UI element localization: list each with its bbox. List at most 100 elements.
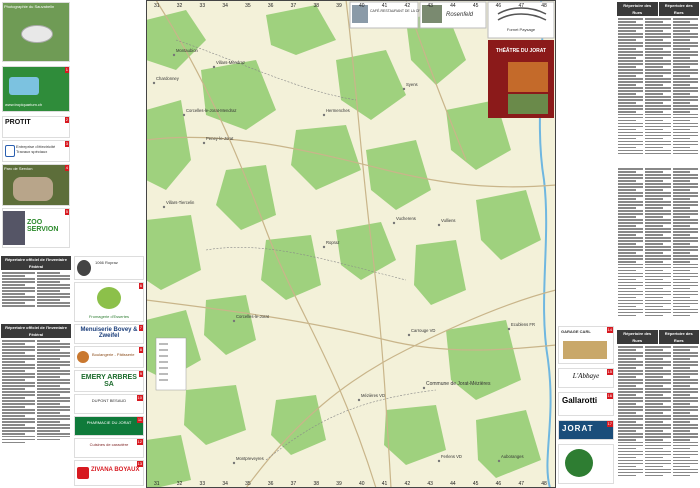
directory-entry bbox=[645, 174, 671, 176]
directory-entry bbox=[645, 474, 664, 477]
grid-number: 46 bbox=[496, 481, 502, 487]
directory-entry bbox=[618, 234, 636, 236]
directory-header: Répertoire des Rues bbox=[658, 330, 699, 344]
directory-entry bbox=[672, 201, 698, 203]
directory-entry bbox=[672, 174, 698, 176]
ad-electricite[interactable]: 3 Entreprise d'électricité Travaux spéci… bbox=[2, 140, 70, 162]
directory-entry bbox=[645, 128, 664, 131]
directory-entry bbox=[618, 134, 644, 137]
directory-entry bbox=[645, 171, 664, 173]
directory-entry bbox=[618, 311, 644, 314]
directory-entry bbox=[645, 143, 671, 146]
directory-entry bbox=[645, 361, 671, 363]
directory-entry bbox=[645, 213, 671, 215]
directory-entry bbox=[672, 57, 691, 59]
directory-entry bbox=[672, 225, 691, 227]
animal-photo bbox=[3, 211, 25, 245]
ad-emery[interactable]: 9 EMERY ARBRES SA bbox=[74, 370, 144, 392]
directory-entry bbox=[672, 432, 698, 435]
directory-entry bbox=[618, 367, 636, 369]
directory-entry bbox=[618, 210, 644, 212]
directory-entry bbox=[645, 364, 671, 366]
bread-icon bbox=[77, 351, 89, 363]
place-label: Chardonney bbox=[156, 76, 180, 81]
map-area[interactable]: CAFÉ-RESTAURANT DE LA CROIX-D'OR Rosenfe… bbox=[146, 0, 556, 488]
ad-garage[interactable]: 14 GARAGE CARL bbox=[558, 326, 614, 364]
directory-entry bbox=[672, 376, 691, 378]
village-marker bbox=[497, 459, 501, 463]
directory-entry bbox=[645, 186, 671, 188]
directory-entry bbox=[672, 186, 698, 188]
directory-entry bbox=[672, 204, 698, 206]
directory-entry bbox=[645, 403, 664, 405]
ad-fromagerie[interactable]: 6 Fromagerie d'Essertes bbox=[74, 282, 144, 322]
directory-entry bbox=[618, 305, 636, 308]
directory-entry bbox=[618, 36, 644, 38]
directory-entry bbox=[672, 269, 691, 272]
grid-number: 32 bbox=[177, 3, 183, 9]
directory-entry bbox=[618, 432, 644, 435]
directory-entry bbox=[672, 254, 698, 257]
place-label: Auboranges bbox=[501, 454, 524, 459]
directory-entry bbox=[645, 263, 671, 266]
ad-dupont[interactable]: 10 DUPONT BESAUD bbox=[74, 394, 144, 414]
directory-entry bbox=[672, 210, 698, 212]
ad-boulangerie[interactable]: 8 Boulangerie - Pâtisserie bbox=[74, 346, 144, 368]
directory-entry bbox=[645, 245, 671, 248]
directory-entry bbox=[645, 272, 671, 275]
village-marker bbox=[402, 87, 406, 91]
ad-cuisines[interactable]: 12 Cuisines de caractère bbox=[74, 438, 144, 458]
directory-entry bbox=[645, 207, 664, 209]
ad-protit[interactable]: 2 PROTIT bbox=[2, 116, 70, 138]
directory-entry bbox=[618, 104, 644, 107]
ad-jorat[interactable]: 17 JORAT bbox=[558, 420, 614, 440]
topographic-map[interactable]: CAFÉ-RESTAURANT DE LA CROIX-D'OR Rosenfe… bbox=[146, 0, 556, 488]
directory-entry bbox=[645, 421, 664, 423]
directory-entry bbox=[645, 140, 671, 143]
building-image bbox=[21, 25, 53, 43]
ad-text: PHARMACIE DU JORAT bbox=[86, 420, 132, 425]
ad-bottom[interactable] bbox=[558, 444, 614, 484]
ad-menuiserie[interactable]: 7 Menuiserie Bovey & Zweifel bbox=[74, 324, 144, 344]
directory-entry bbox=[645, 290, 671, 293]
directory-entry bbox=[672, 122, 698, 125]
directory-entry bbox=[672, 228, 698, 230]
directory-entry bbox=[645, 149, 671, 152]
ad-zivana[interactable]: 13 ZIVANA BOYAUX bbox=[74, 460, 144, 486]
directory-entry bbox=[645, 78, 671, 80]
ad-gallarotti[interactable]: 16 Gallarotti bbox=[558, 392, 614, 416]
directory-entry bbox=[672, 36, 698, 38]
directory-entry bbox=[618, 198, 636, 200]
directory-entry bbox=[618, 222, 644, 224]
directory-entry bbox=[672, 60, 698, 62]
directory-entry bbox=[672, 409, 698, 411]
directory-entry bbox=[645, 355, 671, 357]
ad-tropiquarium[interactable]: 1 www.tropiquarium.ch bbox=[2, 66, 70, 112]
place-label: Ecublens FR bbox=[511, 322, 535, 327]
directory-entry bbox=[672, 54, 698, 56]
directory-entry bbox=[672, 131, 698, 134]
ad-parc-servion[interactable]: 4 Parc de Servion bbox=[2, 164, 70, 206]
directory-entry bbox=[618, 60, 644, 62]
ad-zoo-servion[interactable]: 5 ZOO SERVION bbox=[2, 208, 70, 248]
directory-entry bbox=[618, 426, 644, 429]
directory-entry bbox=[618, 39, 636, 41]
directory-entry bbox=[645, 296, 664, 299]
directory-entry bbox=[645, 382, 671, 384]
ad-small-top[interactable]: 1066 Ropraz bbox=[74, 256, 144, 280]
directory-entry bbox=[618, 143, 644, 146]
directory-entry bbox=[645, 418, 671, 420]
village-marker bbox=[212, 65, 216, 69]
directory-entry bbox=[672, 299, 698, 302]
directory-entry bbox=[618, 308, 644, 311]
directory-entry bbox=[645, 394, 664, 396]
directory-entry bbox=[645, 254, 671, 257]
ad-text: THÉÂTRE DU JORAT bbox=[496, 46, 546, 54]
directory-entry bbox=[645, 27, 671, 29]
ad-pharmacie[interactable]: 11 PHARMACIE DU JORAT bbox=[74, 416, 144, 436]
directory-entry bbox=[672, 468, 698, 471]
directory-entry bbox=[645, 293, 671, 296]
directory-entry bbox=[672, 104, 698, 107]
ad-labbaye[interactable]: 15 L'Abbaye bbox=[558, 368, 614, 388]
directory-block-1: Répertoire officiel de l'Inventaire Fédé… bbox=[1, 256, 71, 320]
